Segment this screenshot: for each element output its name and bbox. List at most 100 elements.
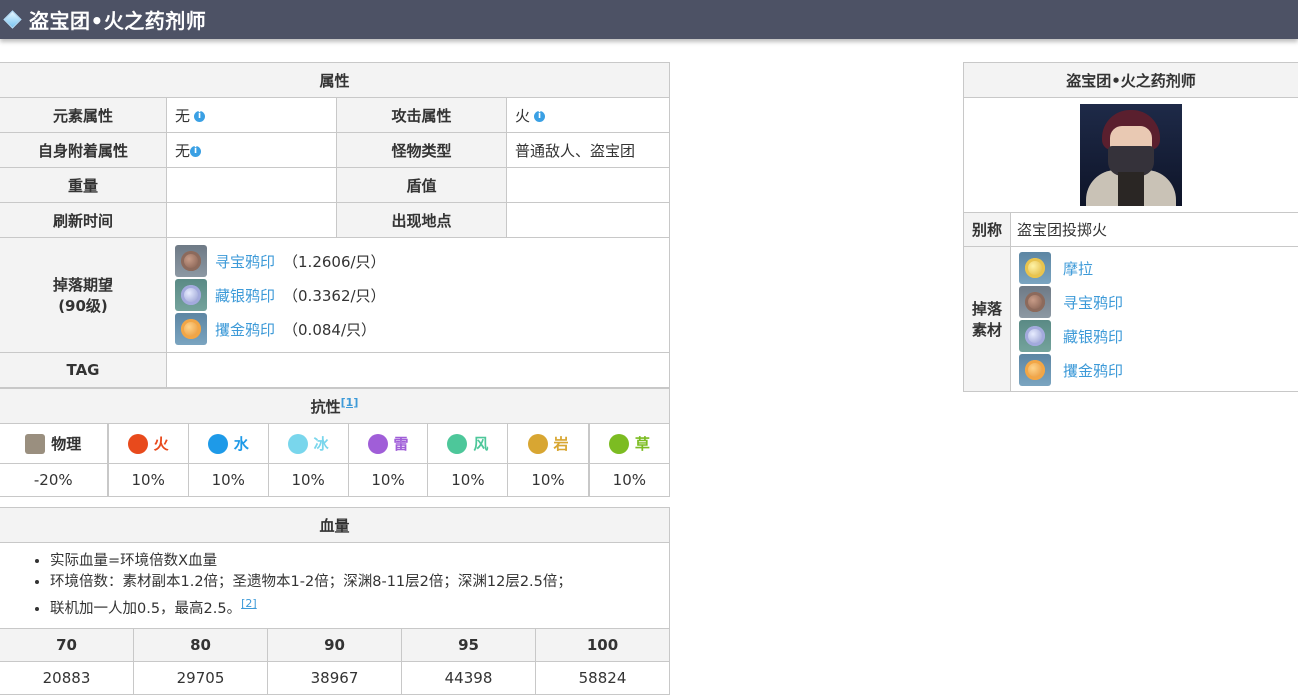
list-item: 摩拉 [1019, 251, 1298, 285]
hp-level-header: 95 [402, 628, 536, 661]
hp-level-header: 70 [0, 628, 134, 661]
crow-seal-brown-icon[interactable] [1019, 286, 1051, 318]
info-icon[interactable]: i [190, 146, 201, 157]
page-title: 盗宝团•火之药剂师 [29, 5, 206, 34]
respawn-value [167, 203, 337, 238]
location-label: 出现地点 [337, 203, 507, 238]
tag-label: TAG [0, 353, 167, 388]
resistance-element-cell: 水 [188, 424, 268, 464]
table-row: 刷新时间 出现地点 [0, 203, 670, 238]
resistance-element-label: 物理 [51, 433, 81, 454]
drop-link[interactable]: 攫金鸦印 [215, 319, 275, 340]
element-attr-text: 无 [175, 107, 190, 125]
element-attr-label: 元素属性 [0, 98, 167, 133]
hydro-icon [208, 434, 228, 454]
pyro-icon [128, 434, 148, 454]
info-icon[interactable]: i [534, 111, 545, 122]
hp-level-header: 90 [268, 628, 402, 661]
resistance-table: 抗性[1] 物理火水冰雷风岩草 -20%10%10%10%10%10%10%10… [0, 388, 670, 497]
resistance-caption-text: 抗性 [311, 398, 341, 416]
shield-value [507, 168, 670, 203]
table-row: 自身附着属性 无i 怪物类型 普通敌人、盗宝团 [0, 133, 670, 168]
ref-link[interactable]: [1] [341, 396, 359, 409]
crow-seal-silver-icon[interactable] [175, 279, 207, 311]
table-row: 重量 盾值 [0, 168, 670, 203]
table-row: 掉落 素材 摩拉 寻宝鸦印 藏银鸦印 攫金鸦印 [964, 247, 1298, 392]
resistance-element-cell: 草 [589, 424, 670, 464]
list-item: 藏银鸦印 （0.3362/只） [175, 278, 668, 312]
resistance-value: 10% [428, 464, 508, 497]
materials-label-1: 掉落 [965, 298, 1009, 319]
card-title: 盗宝团•火之药剂师 [964, 63, 1298, 98]
list-item: 实际血量=环境倍数X血量 [50, 551, 669, 572]
resistance-element-label: 雷 [394, 433, 409, 454]
crow-seal-brown-icon[interactable] [175, 245, 207, 277]
resistance-element-label: 岩 [554, 433, 569, 454]
material-link[interactable]: 藏银鸦印 [1063, 326, 1123, 347]
list-item: 攫金鸦印 [1019, 353, 1298, 387]
resistance-caption: 抗性[1] [0, 389, 670, 424]
resistance-element-cell: 冰 [268, 424, 348, 464]
resistance-element-label: 草 [635, 433, 650, 454]
attack-attr-value: 火i [507, 98, 670, 133]
resistance-value: 10% [508, 464, 589, 497]
resistance-value: 10% [108, 464, 189, 497]
resistance-element-label: 风 [473, 433, 488, 454]
shield-label: 盾值 [337, 168, 507, 203]
materials-label: 掉落 素材 [964, 247, 1011, 392]
hp-value: 44398 [402, 661, 536, 694]
drop-qty: （1.2606/只） [283, 251, 386, 272]
mora-coin-icon[interactable] [1019, 252, 1051, 284]
info-icon[interactable]: i [194, 111, 205, 122]
ref-link[interactable]: [2] [241, 597, 257, 610]
self-attach-label: 自身附着属性 [0, 133, 167, 168]
hp-table: 血量 实际血量=环境倍数X血量 环境倍数：素材副本1.2倍；圣遗物本1-2倍；深… [0, 507, 670, 695]
hp-level-header: 80 [134, 628, 268, 661]
resistance-element-label: 冰 [314, 433, 329, 454]
resistance-element-cell: 雷 [348, 424, 428, 464]
drop-link[interactable]: 藏银鸦印 [215, 285, 275, 306]
self-attach-text: 无 [175, 142, 190, 160]
drop-expectation-label: 掉落期望 (90级) [0, 238, 167, 353]
table-row: 元素属性 无i 攻击属性 火i [0, 98, 670, 133]
resistance-value: 10% [188, 464, 268, 497]
hp-level-header: 100 [536, 628, 670, 661]
diamond-icon [3, 10, 21, 28]
monster-card: 盗宝团•火之药剂师 别称 盗宝团投掷火 掉落 素材 摩拉 [963, 62, 1298, 392]
resistance-element-cell: 岩 [508, 424, 589, 464]
resistance-value: 10% [268, 464, 348, 497]
list-item: 寻宝鸦印 [1019, 285, 1298, 319]
portrait-cell [964, 98, 1298, 213]
table-row: 别称 盗宝团投掷火 [964, 213, 1298, 247]
table-row: 物理 火水 冰 雷 风 岩 草 [0, 424, 670, 464]
materials-label-2: 素材 [965, 319, 1009, 340]
list-item: 环境倍数：素材副本1.2倍；圣遗物本1-2倍；深渊8-11层2倍；深渊12层2.… [50, 572, 669, 593]
dendro-icon [609, 434, 629, 454]
material-link[interactable]: 摩拉 [1063, 258, 1093, 279]
alias-label: 别称 [964, 213, 1011, 247]
list-item: 寻宝鸦印 （1.2606/只） [175, 244, 668, 278]
material-link[interactable]: 攫金鸦印 [1063, 360, 1123, 381]
drop-level-text: (90级) [1, 295, 165, 316]
resistance-value: -20% [0, 464, 108, 497]
attributes-table: 属性 元素属性 无i 攻击属性 火i 自身附着属性 无i 怪物类型 普通敌人、盗… [0, 62, 670, 388]
resistance-element-cell: 风 [428, 424, 508, 464]
resistance-value: 10% [589, 464, 670, 497]
resistance-element-cell: 火 [108, 424, 189, 464]
drop-list: 寻宝鸦印 （1.2606/只） 藏银鸦印 （0.3362/只） 攫金鸦印 （0.… [167, 238, 670, 353]
crow-seal-gold-icon[interactable] [175, 313, 207, 345]
material-link[interactable]: 寻宝鸦印 [1063, 292, 1123, 313]
anemo-icon [447, 434, 467, 454]
crow-seal-gold-icon[interactable] [1019, 354, 1051, 386]
drop-link[interactable]: 寻宝鸦印 [215, 251, 275, 272]
crow-seal-silver-icon[interactable] [1019, 320, 1051, 352]
resistance-value: 10% [348, 464, 428, 497]
monster-portrait-icon [1080, 104, 1182, 206]
page-header: 盗宝团•火之药剂师 [0, 0, 1298, 39]
materials-list: 摩拉 寻宝鸦印 藏银鸦印 攫金鸦印 [1011, 247, 1298, 392]
drop-qty: （0.3362/只） [283, 285, 386, 306]
weight-value [167, 168, 337, 203]
location-value [507, 203, 670, 238]
table-row: TAG [0, 353, 670, 388]
hp-value: 58824 [536, 661, 670, 694]
